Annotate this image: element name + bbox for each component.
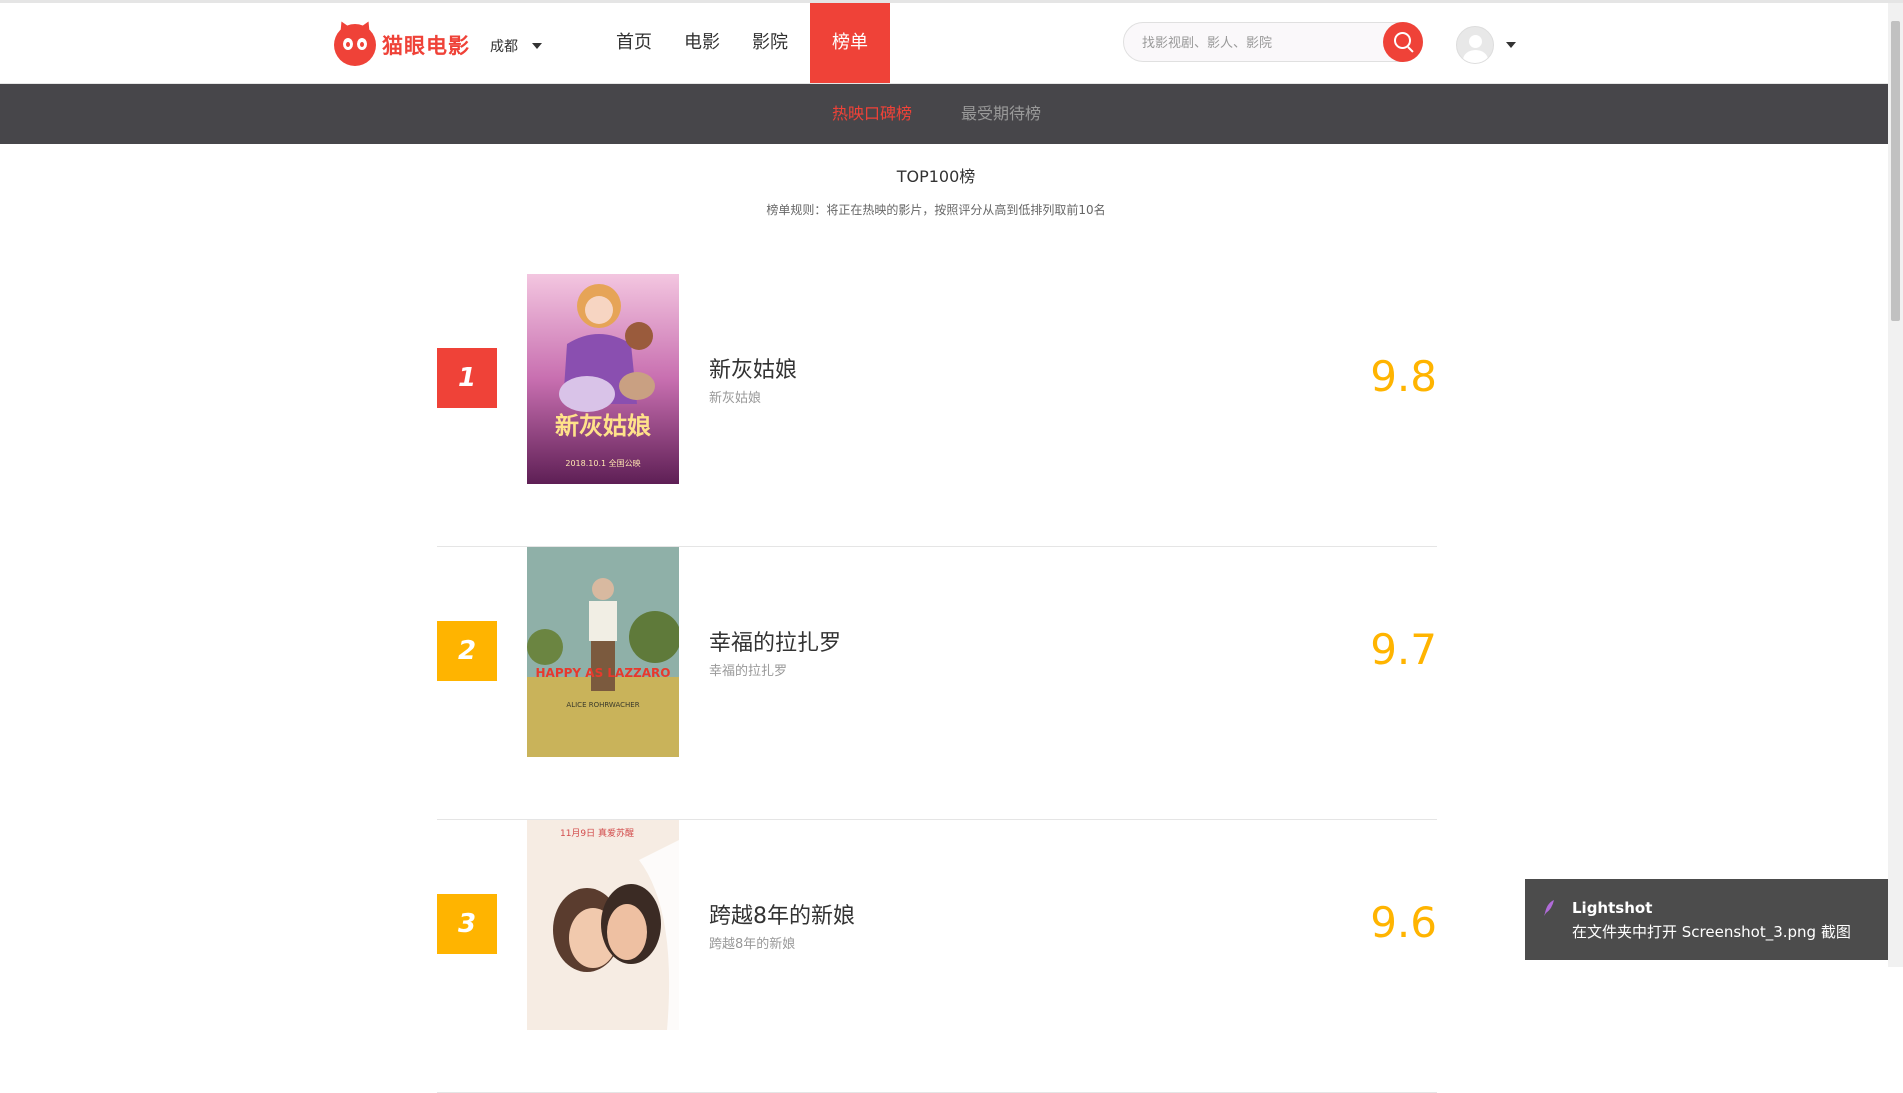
- movie-name[interactable]: 幸福的拉扎罗: [709, 625, 841, 657]
- poster-date: 2018.10.1 全国公映: [565, 458, 640, 468]
- scrollbar[interactable]: [1888, 3, 1903, 967]
- lightshot-notification[interactable]: Lightshot 在文件夹中打开 Screenshot_3.png 截图: [1525, 879, 1888, 960]
- nav-item-movies[interactable]: 电影: [668, 3, 736, 83]
- movie-board: 1 新灰姑娘 2018.10.1 全国公映 新灰姑娘 新灰姑娘 9.8 2 HA…: [437, 274, 1437, 1093]
- poster-title: 11月9日 真爱苏醒: [560, 827, 634, 839]
- user-menu[interactable]: [1456, 26, 1516, 64]
- movie-score: 9.7: [1370, 625, 1437, 674]
- logo-text: 猫眼电影: [382, 34, 470, 58]
- maoyan-logo[interactable]: 猫眼电影: [334, 18, 470, 66]
- nav-item-cinemas[interactable]: 影院: [736, 3, 804, 83]
- feather-icon: [1544, 900, 1554, 916]
- search-button[interactable]: [1383, 22, 1423, 62]
- chevron-down-icon: [532, 43, 542, 49]
- header: 猫眼电影 成都 首页 电影 影院 榜单: [0, 3, 1888, 84]
- sub-nav: 热映口碑榜 最受期待榜: [0, 84, 1888, 144]
- movie-name[interactable]: 新灰姑娘: [709, 352, 797, 384]
- movie-score: 9.8: [1370, 352, 1437, 401]
- movie-name[interactable]: 跨越8年的新娘: [709, 898, 855, 930]
- toast-message: 在文件夹中打开 Screenshot_3.png 截图: [1572, 923, 1851, 941]
- nav-item-home[interactable]: 首页: [600, 3, 668, 83]
- movie-poster[interactable]: 新灰姑娘 2018.10.1 全国公映: [527, 274, 679, 484]
- nav-item-board[interactable]: 榜单: [810, 3, 890, 83]
- rank-badge: 3: [437, 894, 497, 954]
- rank-badge: 1: [437, 348, 497, 408]
- list-item: 1 新灰姑娘 2018.10.1 全国公映 新灰姑娘 新灰姑娘 9.8: [437, 274, 1437, 547]
- page-title: TOP100榜: [896, 167, 976, 186]
- list-item: 3 11月9日 真爱苏醒 跨越8年的新娘 跨越8年的新娘 9.6: [437, 820, 1437, 1093]
- rank-badge: 2: [437, 621, 497, 681]
- movie-poster[interactable]: HAPPY AS LAZZARO ALICE ROHRWACHER: [527, 547, 679, 757]
- tab-hot-reputation[interactable]: 热映口碑榜: [832, 84, 912, 144]
- movie-subtitle: 幸福的拉扎罗: [709, 664, 788, 679]
- movie-subtitle: 新灰姑娘: [709, 391, 762, 406]
- movie-poster[interactable]: 11月9日 真爱苏醒: [527, 820, 679, 1030]
- list-item: 2 HAPPY AS LAZZARO ALICE ROHRWACHER 幸福的拉…: [437, 547, 1437, 820]
- movie-score: 9.6: [1370, 898, 1437, 947]
- board-rule: 榜单规则：将正在热映的影片，按照评分从高到低排列取前10名: [766, 203, 1106, 217]
- main-nav: 首页 电影 影院 榜单: [600, 3, 890, 83]
- toast-title: Lightshot: [1572, 899, 1653, 917]
- poster-title: 新灰姑娘: [555, 411, 651, 440]
- movie-subtitle: 跨越8年的新娘: [709, 937, 796, 952]
- poster-credit: ALICE ROHRWACHER: [566, 701, 639, 709]
- user-avatar-icon: [1456, 26, 1494, 64]
- tab-most-expected[interactable]: 最受期待榜: [961, 84, 1041, 144]
- chevron-down-icon: [1506, 42, 1516, 48]
- city-selector[interactable]: 成都: [490, 36, 542, 56]
- scrollbar-thumb[interactable]: [1891, 21, 1900, 321]
- search-input[interactable]: [1140, 32, 1354, 54]
- cat-logo-icon: [334, 18, 376, 66]
- poster-title: HAPPY AS LAZZARO: [536, 666, 671, 680]
- city-label: 成都: [490, 39, 518, 55]
- search-box: [1123, 22, 1423, 62]
